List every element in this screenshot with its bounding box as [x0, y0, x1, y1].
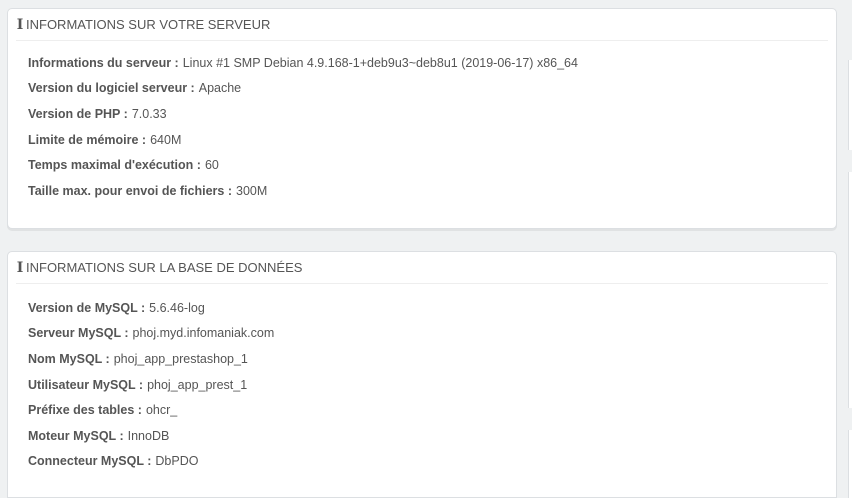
mysql-version-value: 5.6.46-log [149, 300, 205, 315]
database-info-body: Version de MySQL : 5.6.46-log Serveur My… [8, 284, 836, 474]
mysql-engine-label: Moteur MySQL : [28, 428, 124, 443]
mysql-name-label: Nom MySQL : [28, 351, 110, 366]
mysql-version-label: Version de MySQL : [28, 300, 146, 315]
database-info-heading: i INFORMATIONS SUR LA BASE DE DONNÉES [16, 252, 828, 284]
server-info-body: Informations du serveur : Linux #1 SMP D… [8, 41, 836, 204]
adjacent-panel-edge [848, 430, 852, 498]
max-execution-time-row: Temps maximal d'exécution : 60 [28, 152, 816, 178]
table-prefix-row: Préfixe des tables : ohcr_ [28, 397, 816, 423]
max-upload-size-value: 300M [236, 183, 268, 198]
page: i INFORMATIONS SUR VOTRE SERVEUR Informa… [0, 0, 852, 498]
memory-limit-row: Limite de mémoire : 640M [28, 127, 816, 153]
server-info-label: Informations du serveur : [28, 55, 179, 70]
server-software-row: Version du logiciel serveur : Apache [28, 76, 816, 102]
php-version-label: Version de PHP : [28, 106, 128, 121]
server-info-panel: i INFORMATIONS SUR VOTRE SERVEUR Informa… [7, 8, 837, 229]
mysql-version-row: Version de MySQL : 5.6.46-log [28, 295, 816, 321]
server-info-title: INFORMATIONS SUR VOTRE SERVEUR [26, 17, 271, 32]
mysql-engine-row: Moteur MySQL : InnoDB [28, 423, 816, 449]
max-upload-size-row: Taille max. pour envoi de fichiers : 300… [28, 178, 816, 204]
mysql-name-value: phoj_app_prestashop_1 [113, 351, 248, 366]
mysql-user-label: Utilisateur MySQL : [28, 377, 144, 392]
table-prefix-value: ohcr_ [145, 403, 178, 418]
memory-limit-value: 640M [150, 132, 182, 147]
mysql-engine-value: InnoDB [127, 428, 170, 443]
memory-limit-label: Limite de mémoire : [28, 132, 147, 147]
mysql-name-row: Nom MySQL : phoj_app_prestashop_1 [28, 346, 816, 372]
max-execution-time-label: Temps maximal d'exécution : [28, 158, 201, 173]
database-info-title: INFORMATIONS SUR LA BASE DE DONNÉES [26, 260, 303, 275]
server-info-heading: i INFORMATIONS SUR VOTRE SERVEUR [16, 9, 828, 41]
mysql-server-row: Serveur MySQL : phoj.myd.infomaniak.com [28, 321, 816, 347]
adjacent-panel-edge [848, 172, 852, 408]
mysql-connector-value: DbPDO [155, 454, 199, 469]
mysql-server-label: Serveur MySQL : [28, 326, 129, 341]
mysql-connector-label: Connecteur MySQL : [28, 454, 152, 469]
max-execution-time-value: 60 [204, 158, 219, 173]
table-prefix-label: Préfixe des tables : [28, 403, 142, 418]
adjacent-panel-edge [848, 60, 852, 150]
php-version-value: 7.0.33 [131, 106, 167, 121]
server-software-value: Apache [198, 81, 242, 96]
mysql-user-row: Utilisateur MySQL : phoj_app_prest_1 [28, 372, 816, 398]
mysql-connector-row: Connecteur MySQL : DbPDO [28, 449, 816, 475]
server-info-row: Informations du serveur : Linux #1 SMP D… [28, 50, 816, 76]
max-upload-size-label: Taille max. pour envoi de fichiers : [28, 183, 232, 198]
mysql-user-value: phoj_app_prest_1 [147, 377, 248, 392]
php-version-row: Version de PHP : 7.0.33 [28, 101, 816, 127]
mysql-server-value: phoj.myd.infomaniak.com [132, 326, 275, 341]
info-icon: i [16, 259, 24, 276]
info-icon: i [16, 16, 24, 33]
database-info-panel: i INFORMATIONS SUR LA BASE DE DONNÉES Ve… [7, 251, 837, 498]
server-software-label: Version du logiciel serveur : [28, 81, 195, 96]
server-info-value: Linux #1 SMP Debian 4.9.168-1+deb9u3~deb… [182, 55, 578, 70]
